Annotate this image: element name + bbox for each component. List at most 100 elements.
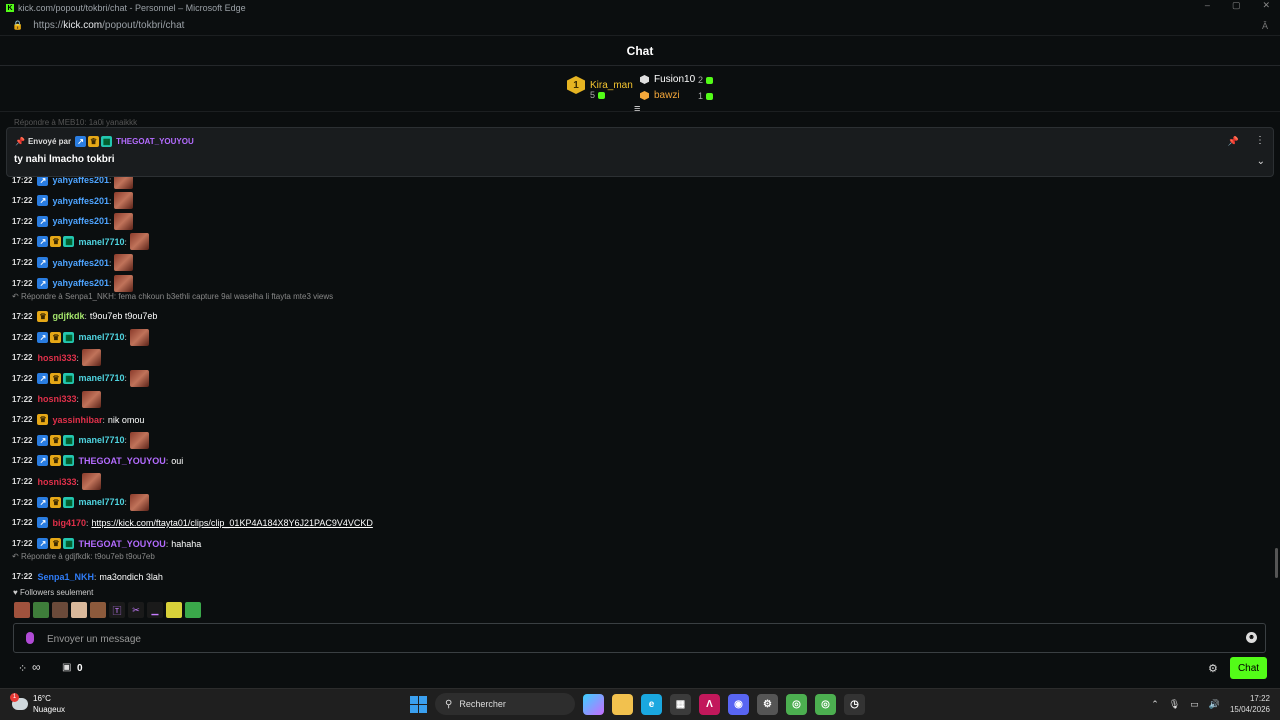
mic-icon[interactable] — [26, 632, 34, 644]
chat-emote[interactable] — [114, 274, 134, 292]
chat-message[interactable]: 17:22 ↗ yahyaffes201: — [12, 212, 134, 230]
close-button[interactable]: ✕ — [1262, 0, 1270, 11]
emote-text-icon[interactable]: 🅃 — [109, 602, 125, 618]
vip-crown-icon[interactable]: ♛ — [50, 455, 62, 467]
maximize-button[interactable]: ▢ — [1232, 0, 1241, 11]
file-explorer-icon[interactable] — [612, 693, 633, 715]
message-username[interactable]: big4170 — [52, 518, 86, 528]
emote-dash-icon[interactable]: ▁ — [147, 602, 163, 618]
chat-message[interactable]: 17:22 ↗ ♛ ▦ manel7710: — [12, 233, 149, 251]
chat-message[interactable]: 17:22 ↗ big4170: https://kick.com/ftayta01/… — [12, 515, 373, 531]
chat-message[interactable]: 17:22 ↗ yahyaffes201: — [12, 274, 134, 292]
message-username[interactable]: Senpa1_NKH — [37, 572, 94, 582]
vip-crown-icon[interactable]: ♛ — [37, 414, 49, 426]
gear-icon[interactable]: ⚙ — [1208, 662, 1218, 675]
chat-emote[interactable] — [114, 212, 134, 230]
emote-frog-icon[interactable] — [33, 602, 49, 618]
emote-face-2-icon[interactable] — [52, 602, 68, 618]
chat-emote[interactable] — [129, 233, 149, 251]
verified-badge-icon[interactable]: ↗ — [37, 372, 49, 384]
message-username[interactable]: hosni333 — [37, 394, 76, 404]
chat-message[interactable]: 17:22 ↗ ♛ ▦ manel7710: — [12, 431, 149, 449]
chat-message[interactable]: 17:22 ↗ yahyaffes201: — [12, 254, 134, 272]
more-options-icon[interactable]: ⋮ — [1255, 135, 1265, 146]
message-username[interactable]: manel7710 — [78, 497, 124, 507]
vip-crown-icon[interactable]: ♛ — [50, 331, 62, 343]
leaderboard-row[interactable]: Fusion10 2 — [640, 74, 714, 85]
reply-reference[interactable]: ↶ Répondre à Senpa1_NKH: fema chkoun b3e… — [12, 292, 333, 301]
verified-badge-icon[interactable]: ↗ — [37, 215, 49, 227]
message-username[interactable]: hosni333 — [37, 353, 76, 363]
settings-app-icon[interactable]: ⚙ — [757, 693, 778, 715]
chat-message[interactable]: 17:22 hosni333: — [12, 390, 101, 408]
message-username[interactable]: yahyaffes201 — [52, 196, 109, 206]
subscriber-badge-icon[interactable]: ▦ — [63, 434, 75, 446]
vip-crown-icon[interactable]: ♛ — [50, 236, 62, 248]
chat-emote[interactable] — [114, 192, 134, 210]
read-aloud-icon[interactable]: Â — [1262, 21, 1268, 31]
message-username[interactable]: gdjfkdk — [52, 311, 84, 321]
leaderboard-first-name[interactable]: Kira_man — [590, 80, 633, 91]
chat-message[interactable]: 17:22 ↗ yahyaffes201: — [12, 192, 134, 210]
chat-emote[interactable] — [129, 431, 149, 449]
volume-icon[interactable]: 🔊 — [1209, 699, 1220, 710]
network-icon[interactable]: ▭ — [1190, 699, 1199, 710]
clock-app-icon[interactable]: ◷ — [844, 693, 865, 715]
chevron-down-icon[interactable]: ⌄ — [1257, 156, 1265, 167]
message-username[interactable]: manel7710 — [78, 237, 124, 247]
chat-emote[interactable] — [81, 390, 101, 408]
chat-message[interactable]: 17:22 ♛ gdjfkdk: t9ou7eb t9ou7eb — [12, 308, 157, 324]
emoji-picker-icon[interactable]: ☻ — [1246, 632, 1257, 643]
chat-message[interactable]: 17:22 ↗ ♛ ▦ THEGOAT_YOUYOU: hahaha — [12, 536, 201, 552]
chat-emote[interactable] — [129, 493, 149, 511]
channel-points-icon[interactable]: ⁘ — [18, 662, 27, 675]
clock[interactable]: 17:22 15/04/2026 — [1230, 693, 1270, 715]
copilot-icon[interactable] — [583, 693, 604, 715]
edge-icon[interactable]: e — [641, 693, 662, 715]
collapse-leaderboard-icon[interactable]: ≡ — [634, 103, 640, 115]
unpin-icon[interactable]: 📌 — [1228, 136, 1239, 147]
chat-message[interactable]: 17:22 ♛ yassinhibar: nik omou — [12, 412, 144, 428]
emote-purple-icon[interactable]: ✂ — [128, 602, 144, 618]
weather-widget[interactable]: 1 16°C Nuageux — [10, 693, 65, 715]
message-input[interactable] — [47, 630, 1227, 648]
message-username[interactable]: manel7710 — [78, 332, 124, 342]
taskbar-search[interactable]: ⚲ Rechercher — [435, 693, 575, 715]
emote-face-4-icon[interactable] — [90, 602, 106, 618]
verified-badge-icon[interactable]: ↗ — [37, 331, 49, 343]
chrome-2-icon[interactable]: ◎ — [815, 693, 836, 715]
message-username[interactable]: yassinhibar — [52, 415, 102, 425]
pinned-message[interactable]: 📌 Envoyé par ↗ ♛ ▦ THEGOAT_YOUYOU ty nah… — [6, 127, 1274, 177]
emote-cat-icon[interactable] — [166, 602, 182, 618]
subscriber-badge-icon[interactable]: ▦ — [63, 372, 75, 384]
send-chat-button[interactable]: Chat — [1230, 657, 1267, 679]
message-username[interactable]: yahyaffes201 — [52, 258, 109, 268]
vip-crown-icon[interactable]: ♛ — [50, 496, 62, 508]
verified-badge-icon[interactable]: ↗ — [37, 517, 49, 529]
chat-message[interactable]: 17:22 hosni333: — [12, 349, 101, 367]
leaderboard-first[interactable]: 1 Kira_man 5 — [567, 76, 633, 100]
subscriber-badge-icon[interactable]: ▦ — [63, 455, 75, 467]
chat-message[interactable]: 17:22 Senpa1_NKH: ma3ondich 3lah — [12, 569, 163, 585]
vip-crown-icon[interactable]: ♛ — [50, 538, 62, 550]
subscriber-badge-icon[interactable]: ▦ — [63, 331, 75, 343]
scrollbar-thumb[interactable] — [1275, 548, 1278, 578]
message-username[interactable]: manel7710 — [78, 435, 124, 445]
chat-emote[interactable] — [81, 349, 101, 367]
emote-face-3-icon[interactable] — [71, 602, 87, 618]
gift-icon[interactable]: ▣ — [62, 662, 71, 673]
chat-emote[interactable] — [129, 369, 149, 387]
message-username[interactable]: hosni333 — [37, 477, 76, 487]
chat-message[interactable]: 17:22 ↗ ♛ ▦ manel7710: — [12, 369, 149, 387]
verified-badge-icon[interactable]: ↗ — [37, 195, 49, 207]
vip-crown-icon[interactable]: ♛ — [50, 434, 62, 446]
minimize-button[interactable]: – — [1205, 0, 1210, 11]
message-link[interactable]: https://kick.com/ftayta01/clips/clip_01K… — [91, 518, 372, 528]
vip-crown-icon[interactable]: ♛ — [50, 372, 62, 384]
chat-message[interactable]: 17:22 ↗ ♛ ▦ manel7710: — [12, 328, 149, 346]
lock-icon[interactable]: 🔒 — [12, 20, 23, 31]
windows-start-icon[interactable] — [410, 695, 427, 713]
subscriber-badge-icon[interactable]: ▦ — [63, 538, 75, 550]
subscriber-badge-icon[interactable]: ▦ — [63, 236, 75, 248]
emote-kick-icon[interactable] — [185, 602, 201, 618]
